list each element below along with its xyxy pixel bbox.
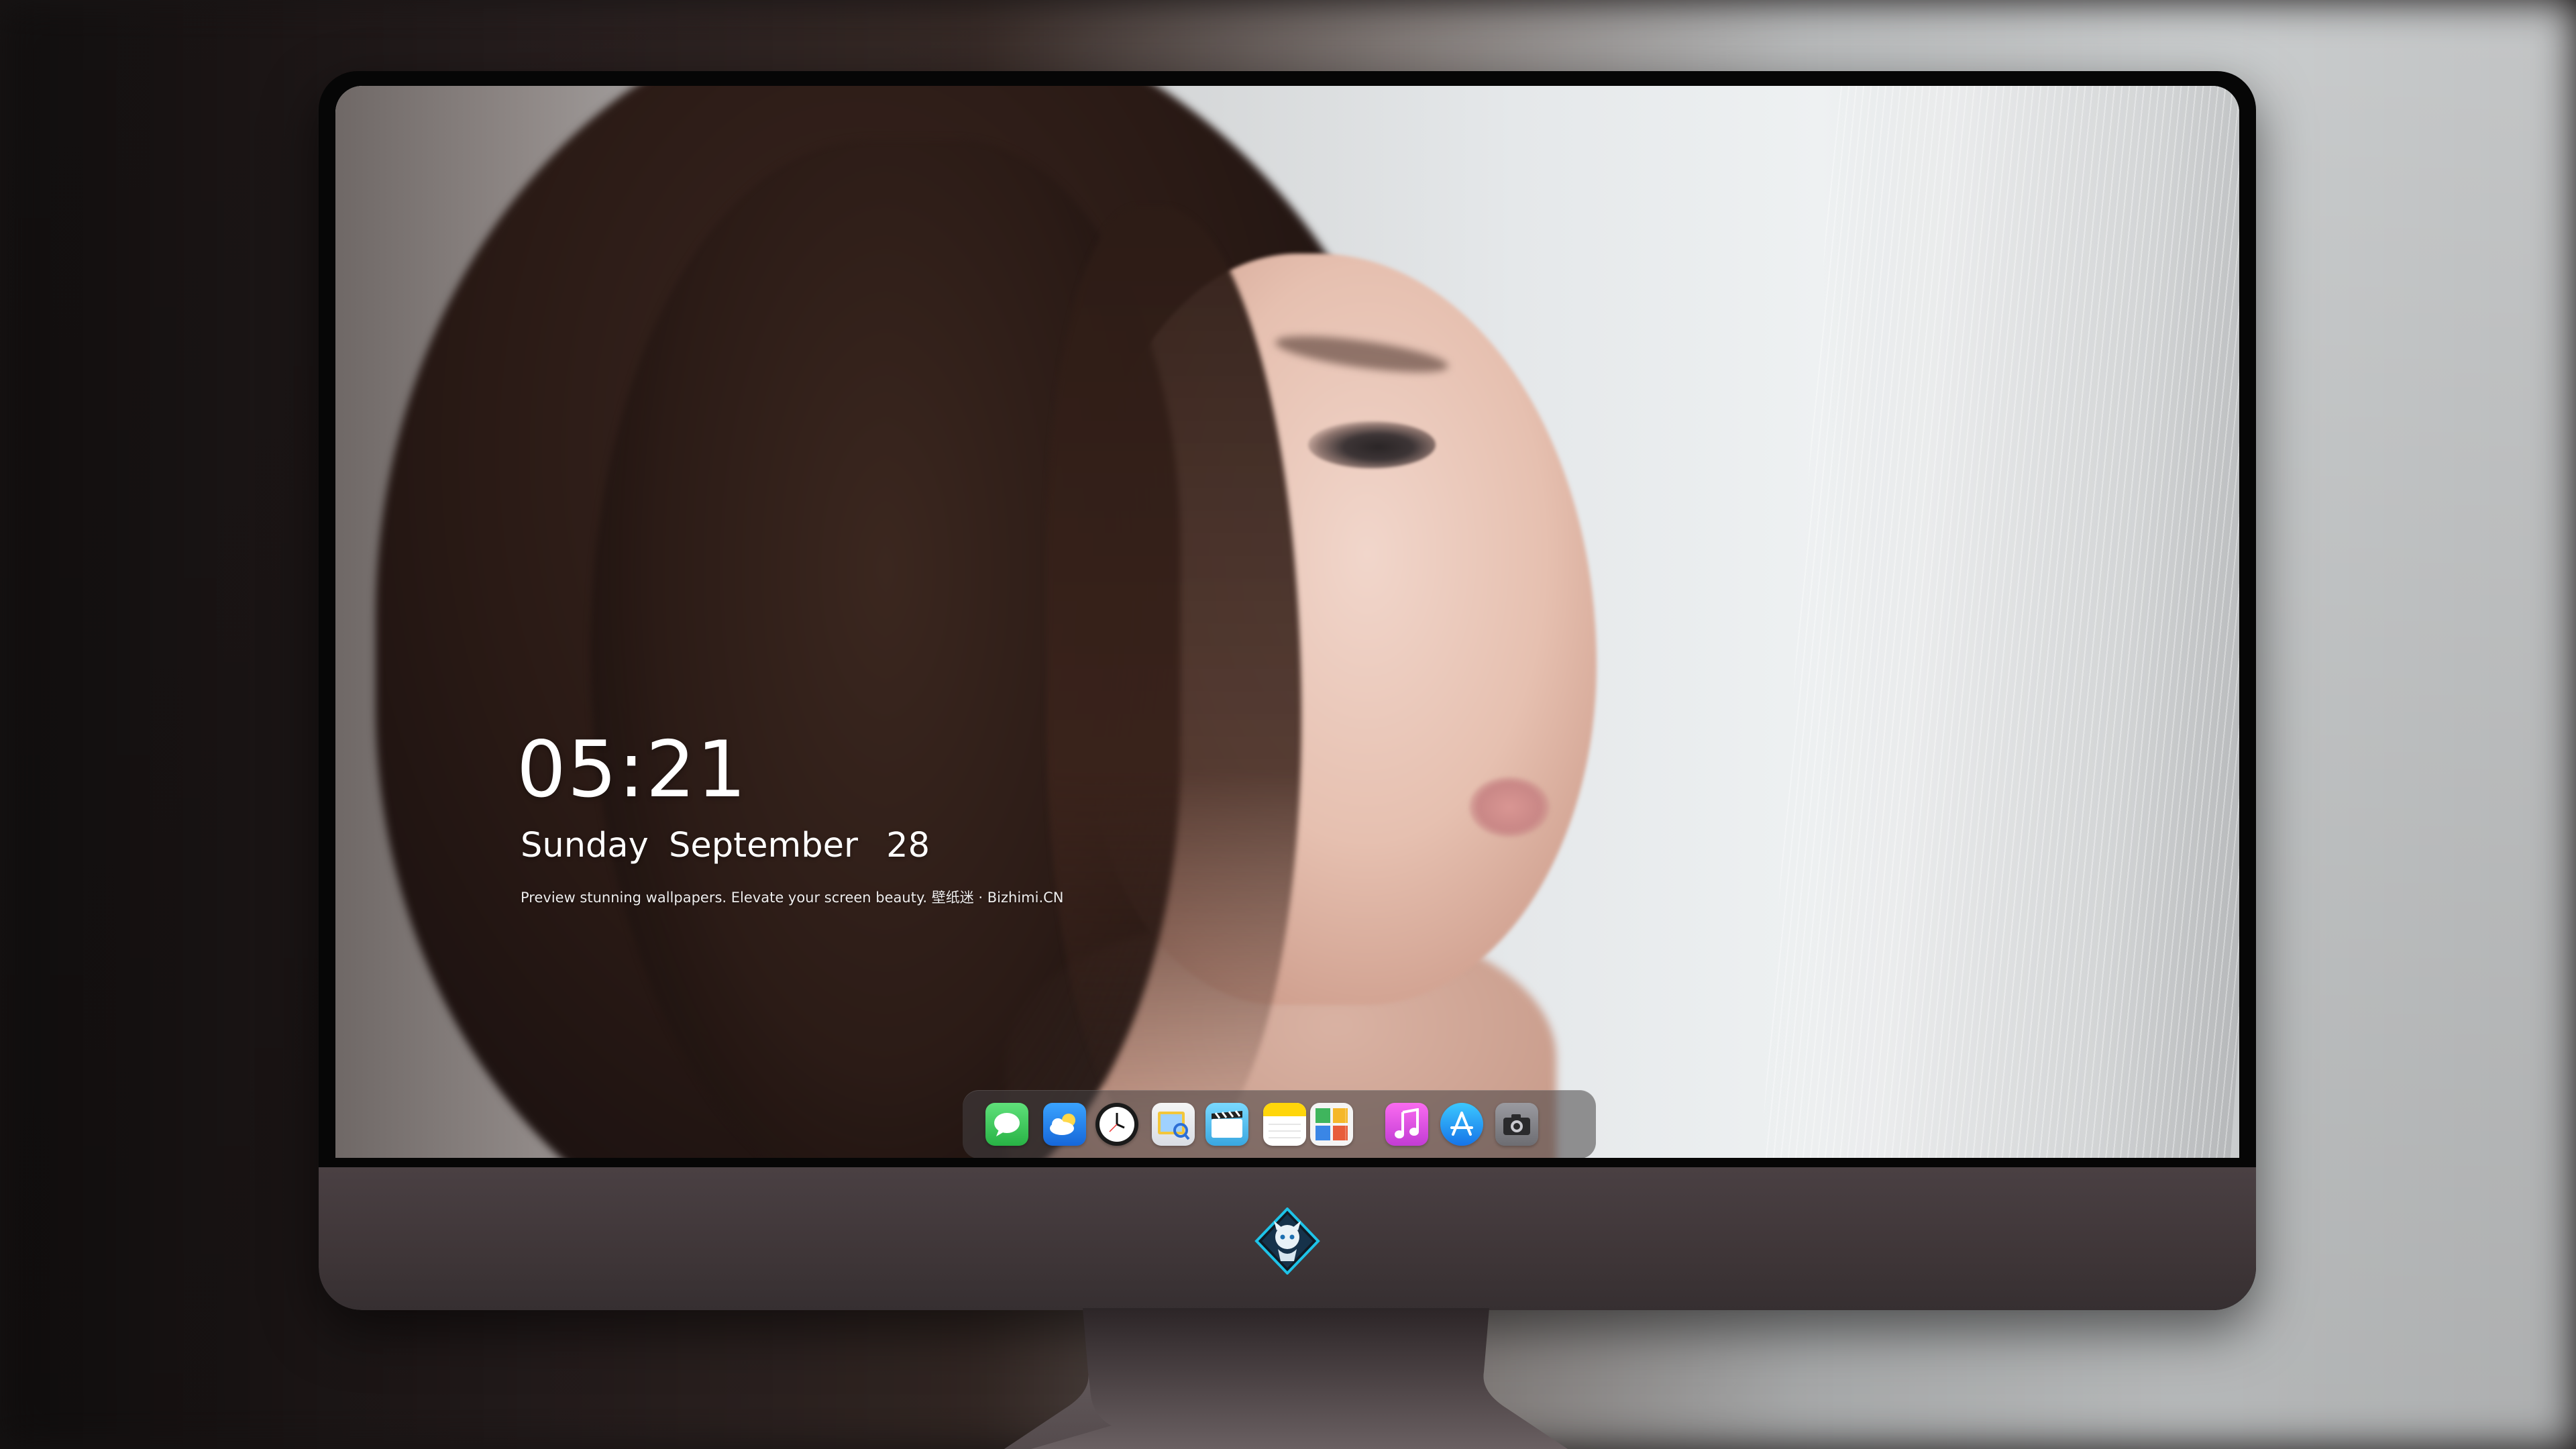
app-store-icon[interactable] xyxy=(1440,1103,1483,1146)
clock-day: 28 xyxy=(886,826,930,865)
wallpaper-lips xyxy=(1469,777,1550,837)
clock-weekday: Sunday xyxy=(521,826,649,865)
desktop-screen: 05:21 Sunday September 28 Preview stunni… xyxy=(335,86,2239,1158)
video-editor-icon[interactable] xyxy=(1205,1103,1248,1146)
monitor-frame: 05:21 Sunday September 28 Preview stunni… xyxy=(319,71,2256,1310)
clock-month: September xyxy=(669,826,858,865)
preview-icon[interactable] xyxy=(1152,1103,1195,1146)
logo-icon xyxy=(1254,1207,1321,1275)
lockscreen-clock: 05:21 Sunday September 28 Preview stunni… xyxy=(517,727,1064,906)
weather-icon[interactable] xyxy=(1043,1103,1086,1146)
clock-time: 05:21 xyxy=(517,724,748,815)
clock-date: Sunday September 28 xyxy=(521,826,1064,866)
wallpaper-caption: Preview stunning wallpapers. Elevate you… xyxy=(521,890,1064,906)
monitor-stand xyxy=(1004,1308,1568,1449)
camera-icon[interactable] xyxy=(1495,1103,1538,1146)
music-icon[interactable] xyxy=(1385,1103,1428,1146)
wallpaper-eye xyxy=(1308,421,1436,468)
messages-icon[interactable] xyxy=(985,1103,1028,1146)
notes-icon[interactable] xyxy=(1263,1103,1306,1146)
wallpaper-curtain xyxy=(1758,86,2239,1158)
clock-icon[interactable] xyxy=(1095,1103,1138,1146)
dock-divider xyxy=(1345,1105,1346,1144)
dock xyxy=(963,1090,1596,1158)
photo-booth-icon[interactable] xyxy=(1310,1103,1353,1146)
monitor-chin xyxy=(319,1167,2256,1310)
